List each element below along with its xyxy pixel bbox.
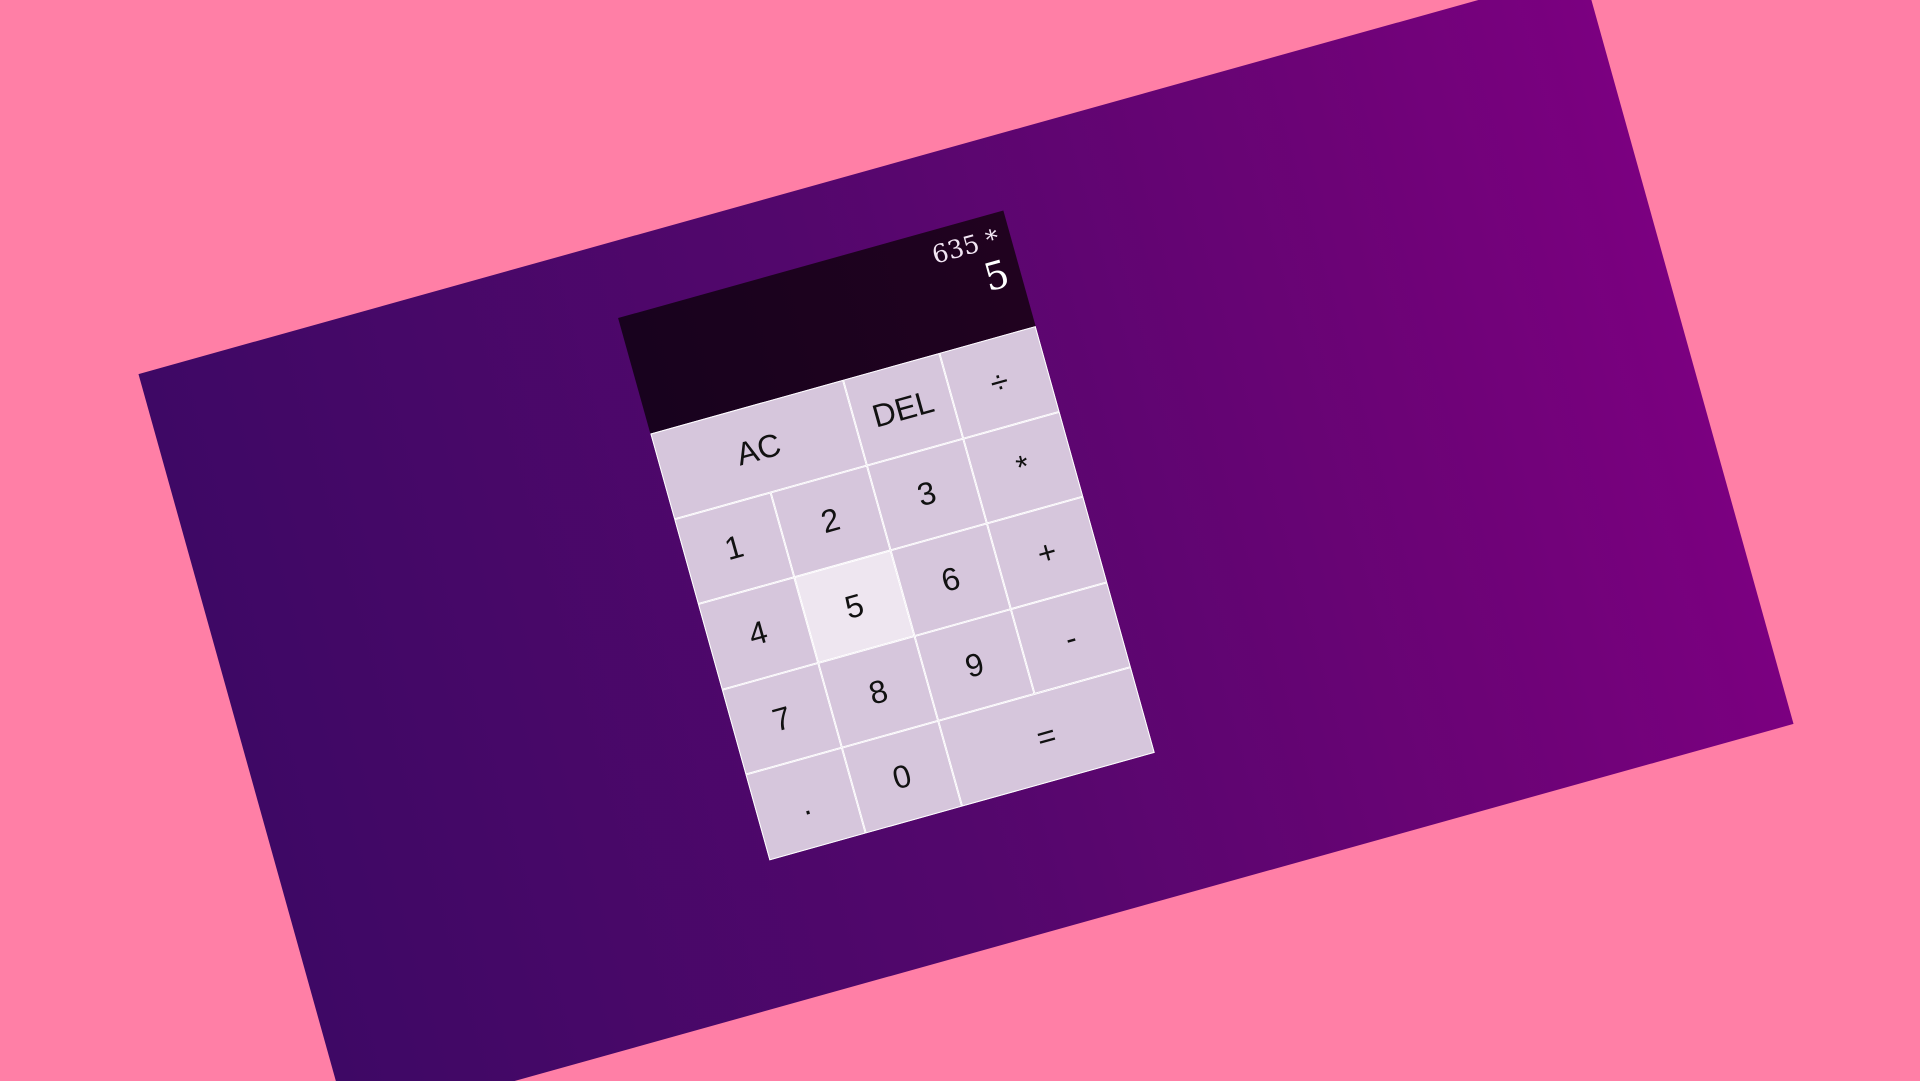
- calculator: 635 * 5 AC DEL ÷ 1 2 3 * 4 5 6 + 7 8 9 -…: [618, 210, 1179, 946]
- app-background: 635 * 5 AC DEL ÷ 1 2 3 * 4 5 6 + 7 8 9 -…: [0, 0, 1920, 1081]
- keypad: AC DEL ÷ 1 2 3 * 4 5 6 + 7 8 9 - . 0 =: [650, 326, 1178, 946]
- calculator-backdrop-panel: 635 * 5 AC DEL ÷ 1 2 3 * 4 5 6 + 7 8 9 -…: [138, 0, 1794, 1081]
